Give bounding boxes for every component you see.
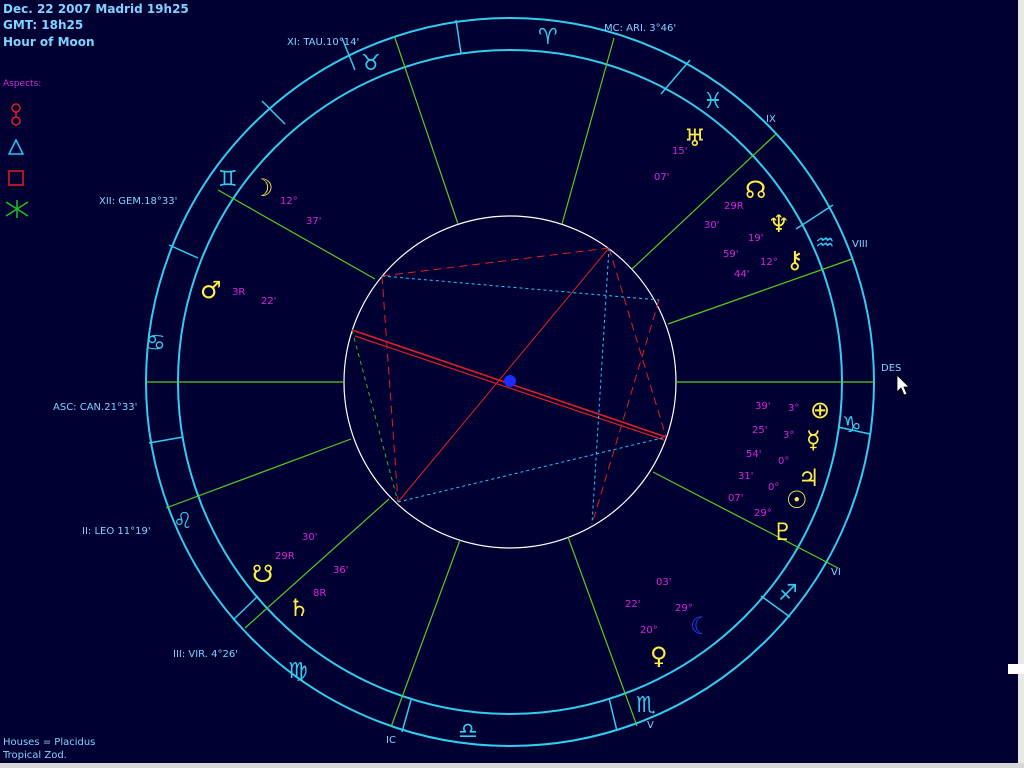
earth-icon: ⊕ [810, 396, 830, 424]
pluto-icon: ♇ [772, 518, 794, 546]
degree-label: 29° [675, 603, 693, 614]
cusp-des-label: DES [881, 363, 902, 374]
degree-label: 3° [788, 403, 800, 414]
cusp-mc-label: MC: ARI. 3°46' [604, 23, 677, 34]
taurus-icon: ♉ [361, 51, 381, 76]
moon-icon: ☽ [252, 174, 274, 202]
mars-icon: ♂ [200, 276, 222, 304]
degree-label: 12° [280, 196, 298, 207]
sun-icon: ☉ [786, 486, 808, 514]
houses-system: Houses = Placidus [3, 737, 96, 748]
aquarius-icon: ♒ [815, 231, 835, 256]
scroll-marker [1008, 664, 1024, 674]
virgo-icon: ♍ [288, 659, 308, 684]
lilith-icon: ☾ [690, 612, 712, 640]
trine-icon [7, 138, 25, 155]
chart-hour: Hour of Moon [3, 35, 95, 49]
cusp-xii-label: XII: GEM.18°33' [99, 196, 178, 207]
degree-label: 3R [232, 287, 246, 298]
center-dot [504, 375, 516, 387]
cusp-asc-label: ASC: CAN.21°33' [53, 402, 138, 413]
cusp-ii-label: II: LEO 11°19' [82, 526, 151, 537]
cusp-xi-label: XI: TAU.10°14' [287, 37, 360, 48]
cusp-vi-label: VI [831, 567, 841, 578]
degree-label: 39' [755, 401, 771, 412]
degree-label: 44' [734, 269, 750, 280]
degree-label: 20° [640, 625, 658, 636]
neptune-icon: ♆ [768, 210, 790, 238]
cancer-icon: ♋ [146, 331, 166, 356]
degree-label: 0° [778, 456, 790, 467]
zodiac-glyphs: ♈ ♉ ♊ ♋ ♌ ♍ ♎ ♏ ♐ ♑ ♒ ♓ [146, 25, 862, 744]
cusp-ic-label: IC [386, 735, 396, 746]
degree-label: 30' [302, 532, 318, 543]
zodiac-type: Tropical Zod. [3, 750, 67, 761]
astro-chart: ♈ ♉ ♊ ♋ ♌ ♍ ♎ ♏ ♐ ♑ ♒ ♓ ♅ ☊ ♆ ⚷ ☽ ♂ ⊕ ☿ … [5, 17, 910, 747]
degree-label: 15' [672, 146, 688, 157]
mouse-cursor [896, 374, 910, 396]
south-node-icon: ☋ [252, 560, 273, 588]
degree-label: 19' [748, 233, 764, 244]
pisces-icon: ♓ [703, 89, 723, 114]
opposition-icon [11, 103, 21, 126]
degree-label: 0° [768, 482, 780, 493]
sextile-icon [5, 200, 29, 218]
leo-icon: ♌ [173, 509, 193, 534]
degree-label: 8R [313, 588, 327, 599]
degree-label: 07' [654, 172, 670, 183]
degree-label: 30' [704, 220, 720, 231]
sagittarius-icon: ♐ [778, 581, 798, 606]
saturn-icon: ♄ [288, 594, 310, 622]
cusp-v-label: V [647, 720, 654, 731]
degree-label: 54' [746, 449, 762, 460]
scorpio-icon: ♏ [636, 693, 656, 718]
degree-label: 22' [261, 296, 277, 307]
chart-gmt: GMT: 18h25 [3, 18, 84, 32]
degree-label: 31' [738, 471, 754, 482]
degree-label: 03' [656, 577, 672, 588]
degree-label: 37' [306, 216, 322, 227]
chiron-icon: ⚷ [786, 246, 804, 274]
venus-icon: ♀ [650, 642, 668, 670]
gemini-icon: ♊ [218, 167, 238, 192]
libra-icon: ♎ [458, 719, 478, 744]
degree-label: 12° [760, 257, 778, 268]
degree-label: 29° [754, 508, 772, 519]
cusp-ix-label: IX [766, 114, 776, 125]
chart-date: Dec. 22 2007 Madrid 19h25 [3, 2, 189, 16]
mercury-icon: ☿ [806, 426, 821, 454]
degree-label: 36' [333, 565, 349, 576]
aspect-legend [5, 103, 29, 218]
north-node-icon: ☊ [745, 176, 766, 204]
degree-label: 3° [783, 430, 795, 441]
window-right-border [1018, 0, 1024, 768]
cusp-iii-label: III: VIR. 4°26' [173, 649, 238, 660]
aries-icon: ♈ [538, 25, 558, 50]
cusp-viii-label: VIII [852, 239, 868, 250]
degree-label: 22' [625, 599, 641, 610]
degree-label: 29R [724, 201, 744, 212]
square-icon [8, 170, 24, 186]
degree-label: 07' [728, 493, 744, 504]
capricorn-icon: ♑ [842, 413, 862, 438]
window-bottom-border [0, 763, 1024, 768]
degree-label: 29R [275, 551, 295, 562]
degree-label: 25' [752, 425, 768, 436]
aspects-title: Aspects: [3, 79, 42, 89]
degree-label: 59' [723, 249, 739, 260]
